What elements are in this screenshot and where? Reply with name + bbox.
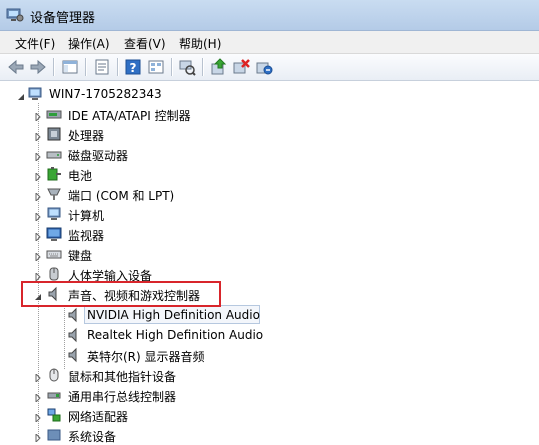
toolbar-separator <box>53 58 55 76</box>
processor-icon <box>46 126 62 142</box>
expand-icon[interactable] <box>34 391 42 404</box>
annotation-highlight-box <box>21 281 221 307</box>
back-arrow-icon[interactable] <box>6 57 26 77</box>
disable-device-icon[interactable] <box>231 57 251 77</box>
tree-item-label: 端口 (COM 和 LPT) <box>68 189 175 203</box>
port-icon <box>46 186 62 202</box>
expand-icon[interactable] <box>34 130 42 143</box>
toolbar: ? <box>0 54 539 81</box>
collapse-icon[interactable] <box>17 90 25 100</box>
menu-bar: 文件(F) 操作(A) 查看(V) 帮助(H) <box>0 31 539 54</box>
svg-text:?: ? <box>130 61 137 75</box>
tree-item-label: 电池 <box>68 169 93 183</box>
toolbar-separator <box>117 58 119 76</box>
toolbar-separator <box>202 58 204 76</box>
menu-view[interactable]: 查看(V) <box>122 35 168 52</box>
speaker-icon <box>66 327 82 343</box>
tree-item-label: 磁盘驱动器 <box>68 149 129 163</box>
update-driver-icon[interactable] <box>208 57 228 77</box>
properties-icon[interactable] <box>92 57 112 77</box>
scan-hardware-icon[interactable] <box>177 57 197 77</box>
tree-item-label: 监视器 <box>68 229 105 243</box>
speaker-icon <box>66 347 82 363</box>
network-adapter-icon <box>46 407 62 423</box>
expand-icon[interactable] <box>34 371 42 384</box>
tree-item-label: 通用串行总线控制器 <box>68 390 177 404</box>
expand-icon[interactable] <box>34 150 42 163</box>
menu-file[interactable]: 文件(F) <box>13 35 57 52</box>
monitor-icon <box>46 226 62 242</box>
tree-child-label: 英特尔(R) 显示器音频 <box>87 350 205 364</box>
computer-icon <box>27 86 43 102</box>
expand-icon[interactable] <box>34 170 42 183</box>
disk-drive-icon <box>46 146 62 162</box>
tree-guide-line <box>64 305 65 369</box>
toolbar-separator <box>85 58 87 76</box>
menu-help[interactable]: 帮助(H) <box>177 35 223 52</box>
speaker-icon <box>66 307 82 323</box>
expand-icon[interactable] <box>34 210 42 223</box>
device-tree: WIN7-1705282343 IDE ATA/ATAPI 控制器 处理器 磁盘… <box>0 81 539 444</box>
expand-icon[interactable] <box>34 250 42 263</box>
forward-arrow-icon[interactable] <box>28 57 48 77</box>
tree-item-label: 鼠标和其他指针设备 <box>68 370 177 384</box>
battery-icon <box>46 166 62 182</box>
menu-action[interactable]: 操作(A) <box>66 35 112 52</box>
expand-icon[interactable] <box>34 190 42 203</box>
mouse-icon <box>46 367 62 383</box>
expand-icon[interactable] <box>34 230 42 243</box>
device-manager-app-icon <box>6 7 24 23</box>
show-hide-console-tree-icon[interactable] <box>60 57 80 77</box>
title-bar: 设备管理器 <box>0 0 539 31</box>
tree-item-label: 系统设备 <box>68 430 117 444</box>
tree-item-label: 处理器 <box>68 129 105 143</box>
help-icon[interactable]: ? <box>123 57 143 77</box>
tree-item-label: 计算机 <box>68 209 105 223</box>
expand-icon[interactable] <box>34 270 42 283</box>
toolbar-separator <box>171 58 173 76</box>
hid-icon <box>46 266 62 282</box>
usb-icon <box>46 387 62 403</box>
keyboard-icon <box>46 246 62 262</box>
expand-icon[interactable] <box>34 411 42 424</box>
expand-icon[interactable] <box>34 110 42 123</box>
tree-item-label: IDE ATA/ATAPI 控制器 <box>68 109 191 123</box>
uninstall-device-icon[interactable] <box>254 57 274 77</box>
system-device-icon <box>46 427 62 443</box>
tree-item-label: 网络适配器 <box>68 410 129 424</box>
tree-item-label: 键盘 <box>68 249 93 263</box>
ide-controller-icon <box>46 106 62 122</box>
computer-icon <box>46 206 62 222</box>
view-icon[interactable] <box>146 57 166 77</box>
window-title: 设备管理器 <box>30 11 96 26</box>
tree-root-label: WIN7-1705282343 <box>49 87 162 101</box>
tree-child-label: Realtek High Definition Audio <box>87 328 264 342</box>
tree-child-label: NVIDIA High Definition Audio <box>87 308 260 322</box>
